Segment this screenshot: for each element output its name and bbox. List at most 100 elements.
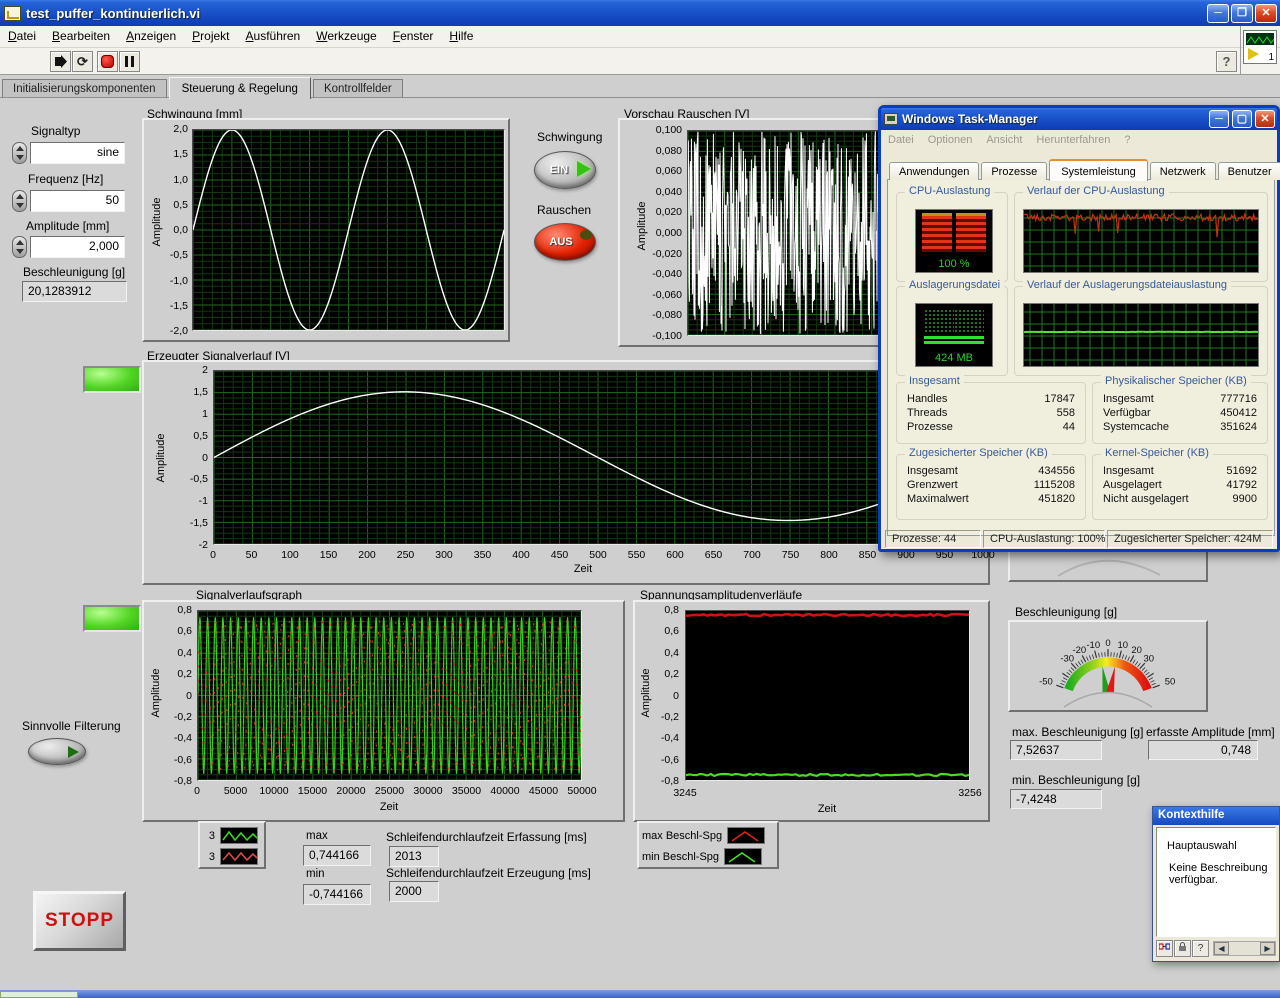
pagefile-value: 424 MB [916,352,992,364]
scroll-right-icon[interactable]: ▶ [1260,942,1275,955]
stat-key: Systemcache [1103,421,1169,433]
tm-menubar-item-0[interactable]: Datei [881,132,921,150]
tm-menubar: DateiOptionenAnsichtHerunterfahren? [881,130,1277,148]
menubar-item-6[interactable]: Fenster [385,26,442,48]
signaltyp-stepper[interactable] [12,142,27,164]
y-tick-label: 0,6 [664,625,679,637]
stat-value: 51692 [1226,465,1257,477]
y-tick-label: 0,8 [177,604,192,616]
amplitude-input[interactable]: 2,000 [30,236,125,258]
tm-menubar-item-2[interactable]: Ansicht [979,132,1029,150]
frequenz-label: Frequenz [Hz] [28,172,103,186]
y-axis-ticks: 0,80,60,40,20-0,2-0,4-0,6-0,8 [156,610,194,781]
y-tick-label: -0,080 [652,309,682,321]
restore-button[interactable]: ❐ [1231,4,1253,23]
red-caret-icon[interactable] [727,827,765,844]
desktop: test_puffer_kontinuierlich.vi ─ ❐ ✕ Date… [0,0,1280,998]
question-icon[interactable]: ? [1192,940,1209,957]
menubar-item-2[interactable]: Anzeigen [118,26,184,48]
tm-menubar-item-1[interactable]: Optionen [921,132,980,150]
y-tick-label: 0,4 [177,647,192,659]
y-tick-label: 0,060 [656,165,682,177]
run-continuous-button[interactable]: ⟳ [72,51,93,72]
tm-menubar-item-4[interactable]: ? [1117,132,1137,150]
vi-icon-badge: 1 [1268,52,1274,63]
y-tick-label: 0 [202,452,208,464]
kontexthilfe-footer: ? ◀ ▶ [1156,939,1276,958]
abort-button[interactable] [97,51,118,72]
amplitude-stepper[interactable] [12,236,27,258]
frequenz-stepper[interactable] [12,190,27,212]
rauschen-switch[interactable]: AUS [534,223,596,261]
window-title: test_puffer_kontinuierlich.vi [26,6,200,21]
toolbar: ⟳ ? [0,48,1280,75]
rauschen-switch-state: AUS [549,236,572,248]
frequenz-input[interactable]: 50 [30,190,125,212]
page-tabs-item-2[interactable]: Kontrollfelder [313,79,403,98]
plot-schwingung [192,129,505,331]
stat-row: Prozesse44 [897,420,1085,434]
schwingung-switch[interactable]: EIN [534,151,596,189]
menubar-item-3[interactable]: Projekt [184,26,237,48]
red-wave-icon[interactable] [220,848,258,865]
tm-tabs-item-2[interactable]: Systemleistung [1049,159,1148,181]
scroll-left-icon[interactable]: ◀ [1214,942,1229,955]
signaltyp-input[interactable]: sine [30,142,125,164]
wire-help-icon[interactable] [1156,940,1173,957]
y-tick-label: 0,080 [656,145,682,157]
filter-toggle[interactable] [28,738,86,765]
tm-tabs-item-1[interactable]: Prozesse [981,162,1047,180]
pagefile-history-group: Verlauf der Auslagerungsdateiauslastung [1014,286,1268,376]
cpu-usage-value: 100 % [916,258,992,270]
y-tick-label: -0,6 [174,754,192,766]
totals-group-title: Insgesamt [905,375,964,387]
stat-row: Systemcache351624 [1093,420,1267,434]
stat-key: Ausgelagert [1103,479,1162,491]
legend-label: max Beschl-Spg [642,830,722,842]
y-tick-label: -0,5 [190,473,208,485]
green-caret-icon[interactable] [724,848,762,865]
stat-row: Handles17847 [897,392,1085,406]
start-button[interactable] [0,991,78,998]
kontexthilfe-scrollbar[interactable]: ◀ ▶ [1213,941,1276,956]
svg-text:20: 20 [1131,645,1142,656]
page-tabs-item-1[interactable]: Steuerung & Regelung [169,77,311,99]
close-button[interactable]: ✕ [1255,4,1277,23]
green-wave-icon[interactable] [220,827,258,844]
svg-text:50: 50 [1165,676,1176,687]
context-help-button[interactable]: ? [1216,51,1237,72]
stopp-button[interactable]: STOPP [33,891,126,951]
menubar-item-7[interactable]: Hilfe [441,26,481,48]
tm-minimize-button[interactable]: ─ [1209,110,1229,128]
x-tick-label: 15000 [298,785,327,797]
min-beschleunigung-display: -7,4248 [1010,789,1102,809]
x-tick-label: 0 [210,549,216,561]
stat-value: 777716 [1220,393,1257,405]
y-tick-label: 0,000 [656,227,682,239]
tm-close-button[interactable]: ✕ [1255,110,1275,128]
tm-tabs-item-3[interactable]: Netzwerk [1150,162,1216,180]
schwingung-switch-label: Schwingung [537,130,602,144]
run-button[interactable] [50,51,71,72]
menubar-item-1[interactable]: Bearbeiten [44,26,118,48]
x-tick-label: 35000 [452,785,481,797]
page-tabs-item-0[interactable]: Initialisierungskomponenten [2,79,167,98]
minimize-button[interactable]: ─ [1207,4,1229,23]
tm-maximize-button[interactable]: ▢ [1232,110,1252,128]
vi-icon[interactable]: 1 [1243,30,1277,64]
cpu-history-plot [1023,209,1259,273]
y-tick-label: -0,2 [174,711,192,723]
tm-tabs-item-4[interactable]: Benutzer [1218,162,1280,180]
tm-menubar-item-3[interactable]: Herunterfahren [1029,132,1117,150]
menubar-item-4[interactable]: Ausführen [238,26,309,48]
cpu-history-group: Verlauf der CPU-Auslastung [1014,192,1268,282]
max-label: max [306,830,328,842]
menubar-item-5[interactable]: Werkzeuge [308,26,384,48]
pause-button[interactable] [119,51,140,72]
menubar-item-0[interactable]: Datei [0,26,44,48]
kontexthilfe-titlebar[interactable]: Kontexthilfe [1153,807,1279,825]
tm-tabs-item-0[interactable]: Anwendungen [889,162,979,180]
windows-taskbar[interactable] [0,990,1280,998]
svg-text:-10: -10 [1086,640,1100,651]
lock-icon[interactable] [1174,940,1191,957]
